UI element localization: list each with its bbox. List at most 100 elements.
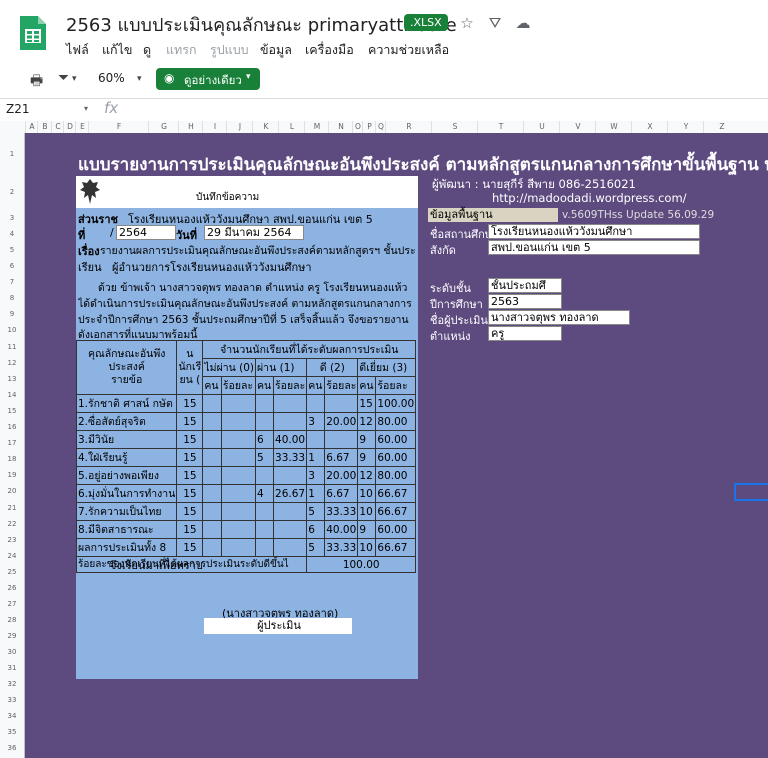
column-header[interactable]: J	[226, 121, 253, 133]
sheets-logo-icon[interactable]	[18, 14, 48, 50]
row-header[interactable]: 30	[0, 648, 24, 656]
row-header[interactable]: 26	[0, 584, 24, 592]
column-header[interactable]: Z	[703, 121, 740, 133]
column-header[interactable]: E	[75, 121, 89, 133]
menu-insert[interactable]: แทรก	[166, 40, 197, 60]
column-header[interactable]: H	[178, 121, 203, 133]
zoom-dropdown-icon[interactable]: ▾	[137, 74, 142, 84]
row-header[interactable]: 20	[0, 487, 24, 495]
column-header[interactable]: W	[595, 121, 632, 133]
column-header[interactable]: U	[523, 121, 560, 133]
menu-file[interactable]: ไฟล์	[66, 40, 89, 60]
position-field[interactable]: ครู	[488, 326, 562, 341]
cloud-status-icon[interactable]: ☁	[514, 14, 532, 32]
menu-data[interactable]: ข้อมูล	[260, 40, 292, 60]
level-field[interactable]: ชั้นประถมศึ	[488, 278, 562, 293]
row-header[interactable]: 2	[0, 188, 24, 196]
row-header[interactable]: 4	[0, 230, 24, 238]
name-box[interactable]: Z21	[6, 102, 30, 116]
row-header[interactable]: 14	[0, 391, 24, 399]
row-header[interactable]: 8	[0, 294, 24, 302]
row-header[interactable]: 17	[0, 439, 24, 447]
subheader-cell: ร้อยละ	[273, 376, 308, 395]
menu-help[interactable]: ความช่วยเหลือ	[368, 40, 449, 60]
affiliation-field[interactable]: สพป.ขอนแก่น เขต 5	[488, 240, 700, 255]
menu-format[interactable]: รูปแบบ	[210, 40, 249, 60]
column-header[interactable]: N	[328, 121, 353, 133]
row-header[interactable]: 35	[0, 728, 24, 736]
row-header[interactable]: 19	[0, 471, 24, 479]
name-box-dropdown-icon[interactable]: ▾	[84, 104, 88, 113]
row-header[interactable]: 18	[0, 455, 24, 463]
row-header[interactable]: 23	[0, 536, 24, 544]
row-header[interactable]: 9	[0, 310, 24, 318]
column-header[interactable]: R	[385, 121, 432, 133]
row-header[interactable]: 32	[0, 680, 24, 688]
row-value	[273, 538, 308, 557]
selected-cell-z21[interactable]	[734, 483, 768, 501]
column-header[interactable]: K	[252, 121, 279, 133]
row-header[interactable]: 33	[0, 696, 24, 704]
print-icon[interactable]: 🖶	[30, 70, 43, 94]
row-value: 33.33	[273, 448, 308, 467]
school-field[interactable]: โรงเรียนหนองแห้ววังมนศึกษา	[488, 224, 700, 239]
menu-view[interactable]: ดู	[143, 40, 151, 60]
view-only-button[interactable]: ◉ ดูอย่างเดียว ▾	[156, 68, 260, 90]
column-header[interactable]: F	[88, 121, 149, 133]
row-header[interactable]: 3	[0, 214, 24, 222]
row-header[interactable]: 21	[0, 504, 24, 512]
year-field[interactable]: 2563	[488, 294, 562, 309]
date-field[interactable]: 29 มีนาคม 2564	[204, 225, 304, 240]
menu-edit[interactable]: แก้ไข	[102, 40, 132, 60]
row-header[interactable]: 31	[0, 664, 24, 672]
column-header[interactable]: G	[148, 121, 179, 133]
move-to-folder-icon[interactable]: ⛛	[486, 14, 504, 32]
filter-icon[interactable]: ⏷	[58, 70, 69, 86]
column-header[interactable]: M	[304, 121, 329, 133]
evaluator-field[interactable]: นางสาวจตุพร ทองลาด	[488, 310, 630, 325]
document-title[interactable]: 2563 แบบประเมินคุณลักษณะ primaryattribut…	[66, 10, 457, 39]
row-header[interactable]: 10	[0, 326, 24, 334]
row-header[interactable]: 5	[0, 246, 24, 254]
row-header[interactable]: 6	[0, 262, 24, 270]
row-value: 20.00	[324, 412, 359, 431]
row-value: 12	[357, 412, 377, 431]
row-header[interactable]: 27	[0, 600, 24, 608]
row-header[interactable]: 12	[0, 359, 24, 367]
row-value: 10	[357, 538, 377, 557]
to-value: ผู้อำนวยการโรงเรียนหนองแห้ววังมนศึกษา	[112, 261, 312, 274]
star-icon[interactable]: ☆	[458, 14, 476, 32]
row-header[interactable]: 24	[0, 552, 24, 560]
row-header[interactable]: 13	[0, 375, 24, 383]
row-header[interactable]: 7	[0, 278, 24, 286]
row-header[interactable]: 11	[0, 343, 24, 351]
column-header[interactable]: V	[559, 121, 596, 133]
row-header[interactable]: 16	[0, 423, 24, 431]
row-header[interactable]: 15	[0, 407, 24, 415]
column-header[interactable]: B	[37, 121, 52, 133]
view-dropdown-icon: ▾	[246, 72, 251, 82]
row-header[interactable]: 36	[0, 744, 24, 752]
column-header[interactable]: P	[362, 121, 376, 133]
column-header[interactable]: I	[202, 121, 227, 133]
row-header[interactable]: 22	[0, 520, 24, 528]
row-header[interactable]: 1	[0, 150, 24, 158]
column-header[interactable]: X	[631, 121, 668, 133]
row-header[interactable]: 34	[0, 712, 24, 720]
column-header[interactable]: T	[477, 121, 524, 133]
column-header[interactable]: S	[431, 121, 478, 133]
filter-dropdown-icon[interactable]: ▾	[72, 74, 77, 84]
menu-tools[interactable]: เครื่องมือ	[305, 40, 354, 60]
website-link[interactable]: http://madoodadi.wordpress.com/	[492, 191, 687, 205]
row-header[interactable]: 25	[0, 568, 24, 576]
row-value: 5	[255, 448, 275, 467]
column-header[interactable]: Y	[667, 121, 704, 133]
memo-no-year[interactable]: 2564	[116, 225, 176, 240]
closing-text: จึงเรียนมาเพื่อทราบ	[110, 559, 203, 572]
column-header[interactable]: L	[278, 121, 305, 133]
zoom-select[interactable]: 60%	[98, 71, 125, 85]
row-value	[255, 466, 275, 485]
signer-role: ผู้ประเมิน	[204, 618, 352, 634]
row-header[interactable]: 29	[0, 632, 24, 640]
row-header[interactable]: 28	[0, 616, 24, 624]
